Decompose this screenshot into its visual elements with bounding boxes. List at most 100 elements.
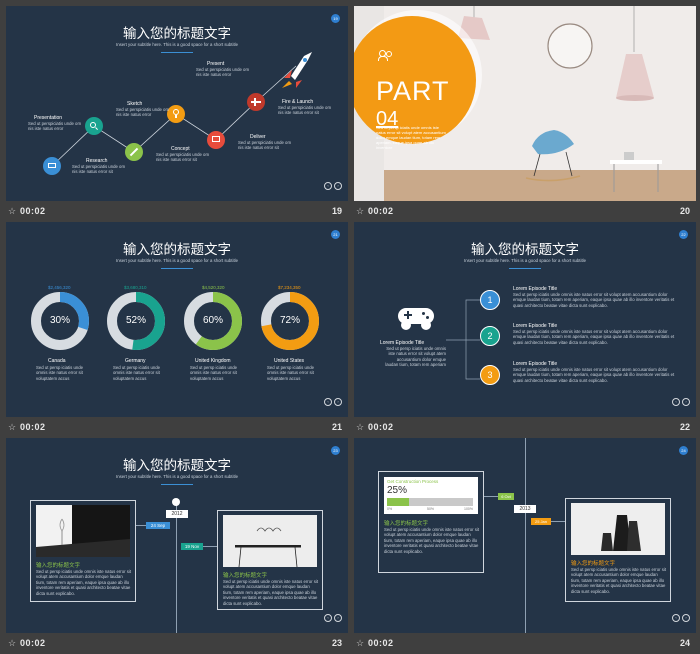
scale-label: 0%: [387, 507, 393, 511]
slide-meta: ☆ 00:02 23: [6, 634, 348, 654]
slide-time: 00:02: [20, 206, 46, 216]
date-connector: [551, 521, 565, 522]
donut-percent: 52%: [125, 315, 146, 326]
step-text: Sed ut persp iciatis unde omnis iste nat…: [513, 292, 675, 308]
donut-text: Sed ut persp iciatis unde omnis iste nat…: [113, 365, 161, 381]
step-text: Sed ut perspiciatis unde om nis iste nat…: [278, 105, 332, 116]
next-icon[interactable]: ›: [682, 397, 690, 406]
slide-canvas: 24 Get Construction Process 25% 0% 50% 1…: [354, 438, 696, 633]
slide-meta: ☆ 00:02 20: [354, 202, 696, 222]
slide-canvas: 输入您的标题文字 Insert your subtitle here. This…: [6, 438, 348, 633]
prev-icon[interactable]: ‹: [672, 613, 680, 622]
slide-time: 00:02: [368, 422, 394, 432]
date-connector: [484, 496, 498, 497]
slide-thumbnail-22[interactable]: 输入您的标题文字 Insert your subtitle here. This…: [354, 222, 696, 438]
donut-percent: 60%: [202, 315, 223, 326]
step-text: Sed ut perspiciatis unde om nis iste nat…: [116, 107, 170, 118]
slide-time: 00:02: [20, 638, 46, 648]
donut-country: Canada: [48, 358, 66, 364]
prev-icon[interactable]: ‹: [324, 397, 332, 406]
card-image: [571, 503, 665, 555]
year-tag: 2012: [166, 510, 188, 518]
slide-thumbnail-20[interactable]: PART 04 Sed ut persp iciatis unde omnis …: [354, 6, 696, 222]
slide-canvas: 输入您的标题文字 Insert your subtitle here. This…: [6, 222, 348, 417]
star-icon[interactable]: ☆: [356, 638, 364, 649]
timeline-card: 输入您的标题文字 Sed ut persp iciatis unde omnis…: [217, 510, 323, 610]
slide-thumbnail-23[interactable]: 输入您的标题文字 Insert your subtitle here. This…: [6, 438, 348, 654]
slide-number: 23: [331, 638, 342, 648]
timeline-line: [176, 500, 177, 633]
page-badge: 24: [679, 446, 688, 455]
prev-icon[interactable]: ‹: [324, 613, 332, 622]
page-badge: 23: [331, 446, 340, 455]
next-icon[interactable]: ›: [334, 397, 342, 406]
date-connector: [203, 546, 217, 547]
presentation-icon: [43, 157, 61, 175]
slide-thumbnail-24[interactable]: 24 Get Construction Process 25% 0% 50% 1…: [354, 438, 696, 654]
slide-number: 20: [679, 206, 690, 216]
donut-amount: $2,456,320: [48, 285, 71, 290]
card-image: [223, 515, 317, 567]
step-text: Sed ut perspiciatis unde om nis iste nat…: [196, 67, 250, 78]
star-icon[interactable]: ☆: [8, 638, 16, 649]
slide-nav: ‹ ›: [322, 393, 342, 411]
slide-thumbnail-19[interactable]: 输入您的标题文字 Insert your subtitle here. This…: [6, 6, 348, 222]
progress-title: Get Construction Process: [387, 479, 439, 484]
date-tag: 19 Nov: [181, 543, 203, 550]
date-tag: 25 Jan: [531, 518, 551, 525]
step-text: Sed ut persp iciatis unde omnis iste nat…: [513, 329, 675, 345]
scale-label: 100%: [464, 507, 473, 511]
step-badge: 3: [480, 365, 500, 385]
step-text: Sed ut perspiciatis unde om nis iste nat…: [156, 152, 210, 163]
slide-nav: ‹ ›: [322, 177, 342, 195]
card-image: [36, 505, 130, 557]
donut-country: United States: [274, 358, 305, 364]
board-icon: [207, 131, 225, 149]
search-icon: [85, 117, 103, 135]
donut-percent: 30%: [49, 315, 70, 326]
slide-number: 24: [679, 638, 690, 648]
slide-number: 22: [679, 422, 690, 432]
users-icon: [378, 50, 393, 61]
timeline-line: [525, 438, 526, 633]
timeline-clock-icon: [172, 498, 180, 506]
pencil-icon: [125, 143, 143, 161]
donut-text: Sed ut persp iciatis unde omnis iste nat…: [36, 365, 84, 381]
donut-text: Sed ut persp iciatis unde omnis iste nat…: [190, 365, 238, 381]
star-icon[interactable]: ☆: [8, 422, 16, 433]
title-underline: [161, 484, 193, 485]
slide-subtitle: Insert your subtitle here. This is a goo…: [116, 474, 238, 479]
donut-amount: $4,520,320: [202, 285, 225, 290]
rocket-icon: [282, 52, 312, 88]
donut-amount: $7,234,350: [278, 285, 301, 290]
slide-meta: ☆ 00:02 22: [354, 418, 696, 438]
star-icon[interactable]: ☆: [356, 206, 364, 217]
next-icon[interactable]: ›: [334, 181, 342, 190]
slide-canvas: PART 04 Sed ut persp iciatis unde omnis …: [354, 6, 696, 201]
slide-time: 00:02: [368, 638, 394, 648]
slide-nav: ‹ ›: [670, 609, 690, 627]
card-title: 输入您的标题文字: [384, 521, 429, 527]
donut-country: United Kingdom: [195, 358, 231, 364]
part-label: PART: [376, 76, 450, 106]
year-tag: 2013: [514, 505, 536, 513]
donut-percent: 72%: [279, 315, 300, 326]
slide-thumbnail-21[interactable]: 输入您的标题文字 Insert your subtitle here. This…: [6, 222, 348, 438]
next-icon[interactable]: ›: [682, 613, 690, 622]
star-icon[interactable]: ☆: [8, 206, 16, 217]
card-title: 输入您的标题文字: [223, 573, 268, 579]
timeline-card: 输入您的标题文字 Sed ut persp iciatis unde omnis…: [30, 500, 136, 602]
card-text: Sed ut persp iciatis unde omnis iste nat…: [571, 567, 667, 594]
progress-fill: [387, 498, 409, 506]
prev-icon[interactable]: ‹: [324, 181, 332, 190]
plane-icon: [247, 93, 265, 111]
card-text: Sed ut persp iciatis unde omnis iste nat…: [223, 579, 319, 606]
donut-country: Germany: [125, 358, 146, 364]
prev-icon[interactable]: ‹: [672, 397, 680, 406]
star-icon[interactable]: ☆: [356, 422, 364, 433]
donut-amount: $3,680,310: [124, 285, 147, 290]
slide-canvas: 输入您的标题文字 Insert your subtitle here. This…: [354, 222, 696, 417]
next-icon[interactable]: ›: [334, 613, 342, 622]
card-title: 输入您的标题文字: [571, 561, 616, 567]
slide-number: 21: [331, 422, 342, 432]
